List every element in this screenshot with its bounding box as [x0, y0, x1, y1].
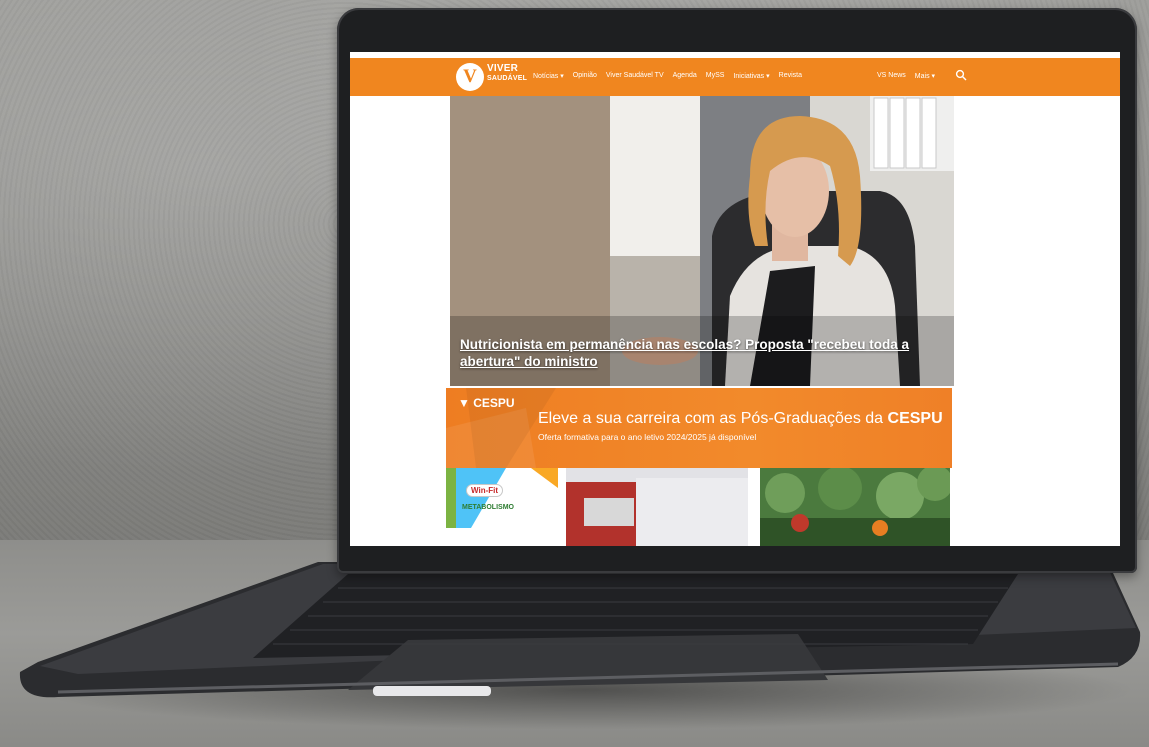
cespu-logo-icon: ▼ — [458, 396, 470, 410]
nav-tv[interactable]: Viver Saudável TV — [606, 72, 664, 84]
laptop-base-drawing — [19, 562, 1141, 698]
logo-line2: SAUDÁVEL — [487, 75, 528, 82]
banner-decoration — [446, 388, 556, 468]
nav-iniciativas[interactable]: Iniciativas ▾ — [733, 72, 769, 84]
article-card-3[interactable] — [760, 468, 950, 546]
nav-mais[interactable]: Mais ▾ — [915, 72, 935, 80]
card1-label: METABOLISMO — [462, 504, 514, 511]
nav-vs-news[interactable]: VS News — [877, 72, 906, 80]
card1-badge: Win-Fit — [466, 484, 504, 497]
banner-subtitle: Oferta formativa para o ano letivo 2024/… — [538, 432, 757, 442]
card2-photo — [566, 468, 748, 546]
card3-photo — [760, 468, 950, 546]
laptop-base — [18, 562, 1143, 712]
site-header: V VIVER SAUDÁVEL Notícias ▾ Opinião Vive… — [350, 58, 1120, 96]
nav-agenda[interactable]: Agenda — [673, 72, 697, 84]
logo-line1: VIVER — [487, 63, 519, 74]
nav-noticias[interactable]: Notícias ▾ — [533, 72, 564, 84]
logo-v-icon: V — [456, 63, 484, 91]
cespu-ad-banner[interactable]: ▼ CESPU Eleve a sua carreira com as Pós-… — [446, 388, 952, 468]
search-icon[interactable] — [955, 69, 967, 81]
logo-text: VIVER SAUDÁVEL — [487, 64, 527, 83]
laptop-screen: V VIVER SAUDÁVEL Notícias ▾ Opinião Vive… — [350, 52, 1120, 546]
article-card-1[interactable]: Win-Fit METABOLISMO — [446, 468, 558, 546]
main-nav: Notícias ▾ Opinião Viver Saudável TV Age… — [533, 72, 802, 84]
cespu-logo-text: CESPU — [473, 396, 515, 410]
article-card-2[interactable] — [566, 468, 748, 546]
site-logo[interactable]: V VIVER SAUDÁVEL — [456, 62, 527, 92]
banner-title: Eleve a sua carreira com as Pós-Graduaçõ… — [538, 410, 943, 428]
nav-right: VS News Mais ▾ — [877, 72, 935, 80]
nav-myss[interactable]: MySS — [706, 72, 725, 84]
cespu-logo: ▼ CESPU — [458, 396, 515, 410]
banner-title-brand: CESPU — [887, 410, 943, 427]
nav-revista[interactable]: Revista — [779, 72, 802, 84]
hero-headline[interactable]: Nutricionista em permanência nas escolas… — [460, 336, 940, 370]
hero-article[interactable]: Nutricionista em permanência nas escolas… — [450, 96, 954, 386]
nav-opiniao[interactable]: Opinião — [573, 72, 597, 84]
banner-title-prefix: Eleve a sua carreira com as Pós-Graduaçõ… — [538, 410, 884, 427]
